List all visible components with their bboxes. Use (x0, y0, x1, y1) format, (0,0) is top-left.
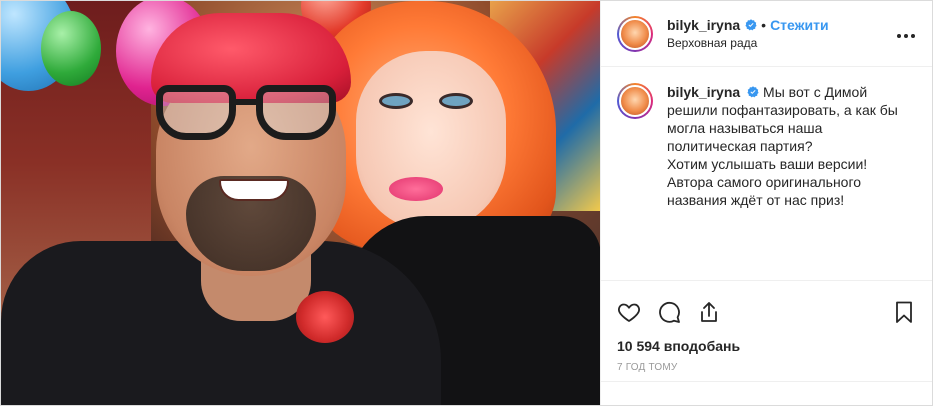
woman-eye-right (439, 93, 473, 109)
action-bar (601, 280, 932, 335)
post-timestamp[interactable]: 7 год тому (601, 357, 932, 379)
save-button[interactable] (884, 292, 924, 332)
woman-face (356, 51, 506, 231)
caption-text-line: Мы вот с Димой (763, 84, 868, 100)
post-caption: bilyk_iryna Мы вот с Димой решили пофант… (617, 83, 916, 209)
post-photo[interactable] (1, 1, 601, 405)
caption-username-link[interactable]: bilyk_iryna (667, 84, 740, 100)
comments-area: bilyk_iryna Мы вот с Димой решили пофант… (601, 67, 932, 280)
username-link[interactable]: bilyk_iryna (667, 16, 740, 34)
avatar-image (619, 17, 651, 50)
add-comment-area (601, 381, 932, 405)
post-header-text: bilyk_iryna • Стежити Верховная рада (667, 16, 829, 52)
glasses-lens-right (256, 85, 336, 140)
caption-text: bilyk_iryna Мы вот с Димой решили пофант… (667, 83, 898, 209)
comment-button[interactable] (649, 292, 689, 332)
post-header-line: bilyk_iryna • Стежити (667, 16, 829, 34)
separator-dot: • (761, 16, 767, 33)
man-glasses (156, 85, 346, 143)
like-button[interactable] (609, 292, 649, 332)
follow-button[interactable]: Стежити (770, 16, 829, 34)
caption-avatar-image (619, 85, 651, 117)
bookmark-icon (896, 301, 912, 323)
caption-text-line: политическая партия? (667, 138, 813, 154)
share-button[interactable] (689, 292, 729, 332)
share-icon (701, 302, 717, 322)
woman-eye-left (379, 93, 413, 109)
glasses-lens-left (156, 85, 236, 140)
caption-text-line: названия ждёт от нас приз! (667, 192, 845, 208)
heart-icon (618, 303, 640, 322)
location-link[interactable]: Верховная рада (667, 34, 829, 52)
balloon-green (41, 11, 101, 86)
woman-lips (389, 177, 443, 201)
caption-text-line: Автора самого оригинального (667, 174, 862, 190)
caption-line: bilyk_iryna Мы вот с Димой (667, 83, 898, 101)
man-smile (219, 179, 289, 201)
caption-text-line: решили пофантазировать, а как бы (667, 102, 898, 118)
verified-badge-icon (745, 18, 757, 30)
post-header: bilyk_iryna • Стежити Верховная рада (601, 1, 932, 67)
caption-avatar[interactable] (617, 83, 653, 119)
caption-text-line: Хотим услышать ваши версии! (667, 156, 868, 172)
post-sidebar: bilyk_iryna • Стежити Верховная рада bil… (601, 1, 932, 405)
more-options-button[interactable] (896, 23, 916, 44)
instagram-post: bilyk_iryna • Стежити Верховная рада bil… (0, 0, 933, 406)
more-horizontal-icon (897, 34, 915, 38)
verified-badge-icon (747, 86, 759, 98)
likes-count[interactable]: 10 594 вподобань (601, 335, 932, 357)
comment-icon (659, 301, 680, 323)
avatar[interactable] (617, 15, 653, 52)
lapel-flower (296, 291, 354, 343)
caption-text-line: могла называться наша (667, 120, 823, 136)
